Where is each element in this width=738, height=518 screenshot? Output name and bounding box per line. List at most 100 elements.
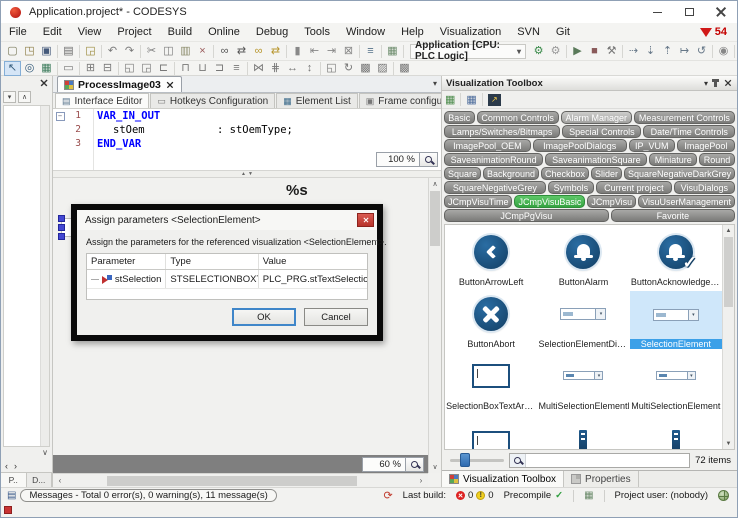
messages-summary[interactable]: Messages - Total 0 error(s), 0 warning(s…	[20, 489, 276, 502]
make-horizontal-icon[interactable]: ⊐	[211, 61, 228, 76]
parameter-row[interactable]: stSelectionSTSELECTIONBOXTYPEPLC_PRG.stT…	[87, 270, 367, 289]
save-icon[interactable]: ▣	[38, 44, 55, 59]
distribute-v-icon[interactable]: ⋕	[267, 61, 284, 76]
button-alarm-icon[interactable]: ButtonAlarm	[537, 227, 629, 289]
bookmark-icon[interactable]: ▮	[289, 44, 306, 59]
selection-element-icon[interactable]: ▾SelectionElement	[630, 289, 722, 351]
selection-box-icon[interactable]	[445, 413, 537, 450]
login-icon[interactable]: ⚙	[530, 44, 547, 59]
category-saveanimationround[interactable]: SaveanimationRound	[444, 153, 543, 166]
scroll-up-icon[interactable]: ▲	[723, 225, 734, 236]
visualization-settings-icon[interactable]: ▦	[38, 61, 55, 76]
type-cell[interactable]: STSELECTIONBOXTYPE	[165, 270, 257, 288]
element-repository-icon[interactable]: ↗	[488, 94, 501, 106]
notification-count[interactable]: 54	[715, 26, 727, 38]
align-bottom-icon[interactable]: ⊔	[194, 61, 211, 76]
replace-objects-icon[interactable]: ⇄	[267, 44, 284, 59]
menu-item-project[interactable]: Project	[109, 23, 159, 41]
select-all-icon[interactable]: ▩	[357, 61, 374, 76]
category-jcmpvisutime[interactable]: JCmpVisuTime	[444, 195, 512, 208]
bring-to-front-icon[interactable]: ◱	[121, 61, 138, 76]
button-arrow-left-icon[interactable]: ButtonArrowLeft	[445, 227, 537, 289]
active-application-selector[interactable]: Application [CPU: PLC Logic] ▾	[410, 44, 526, 59]
category-date-time-controls[interactable]: Date/Time Controls	[643, 125, 735, 138]
zoom-mode-icon[interactable]: ◎	[21, 61, 38, 76]
subtab-element-list[interactable]: ▦Element List	[276, 93, 358, 108]
delete-icon[interactable]: ×	[194, 44, 211, 59]
menu-item-view[interactable]: View	[70, 23, 110, 41]
canvas-zoom-button[interactable]	[406, 457, 424, 472]
subtab-interface-editor[interactable]: ▤Interface Editor	[55, 93, 149, 108]
code-line[interactable]: −1VAR_IN_OUT	[53, 109, 441, 123]
close-panel-icon[interactable]	[725, 80, 732, 87]
code-line[interactable]: 2stOem: stOemType;	[53, 123, 441, 137]
dialog-close-button[interactable]	[357, 213, 374, 227]
value-cell[interactable]: PLC_PRG.stTextSelection	[258, 270, 367, 288]
start-icon[interactable]: ▶	[569, 44, 586, 59]
prev-bookmark-icon[interactable]: ⇤	[306, 44, 323, 59]
menu-item-tools[interactable]: Tools	[296, 23, 338, 41]
category-lamps-switches-bitmaps[interactable]: Lamps/Switches/Bitmaps	[444, 125, 560, 138]
import-visualization-icon[interactable]: ▦	[466, 93, 476, 106]
menu-item-debug[interactable]: Debug	[248, 23, 296, 41]
code-line[interactable]: 3END_VAR	[53, 137, 441, 151]
selection-element-direct-icon[interactable]: ▾SelectionElementDirect	[537, 289, 629, 351]
rotate-icon[interactable]: ↻	[340, 61, 357, 76]
step-over-icon[interactable]: ⇢	[625, 44, 642, 59]
category-measurement-controls[interactable]: Measurement Controls	[634, 111, 735, 124]
close-tab-icon[interactable]	[167, 81, 174, 88]
icon-size-slider[interactable]	[450, 459, 504, 462]
ungroup-icon[interactable]: ⊟	[99, 61, 116, 76]
paste-icon[interactable]: ▥	[177, 44, 194, 59]
group-icon[interactable]: ⊞	[82, 61, 99, 76]
minimize-button[interactable]	[641, 1, 673, 23]
arrange-icon[interactable]: ≡	[228, 61, 245, 76]
subtab-hotkeys-configuration[interactable]: ▭Hotkeys Configuration	[150, 93, 275, 108]
category-miniature[interactable]: Miniature	[649, 153, 697, 166]
category-visuusermanagement[interactable]: VisuUserManagement	[638, 195, 735, 208]
menu-item-edit[interactable]: Edit	[35, 23, 70, 41]
new-file-icon[interactable]: ▢	[4, 44, 21, 59]
slider-handle[interactable]	[460, 453, 470, 467]
size-height-icon[interactable]: ↕	[301, 61, 318, 76]
toggle-breakpoint-icon[interactable]: ◉	[715, 44, 732, 59]
selection-box-text-array-icon[interactable]: SelectionBoxTextArray	[445, 351, 537, 413]
step-into-icon[interactable]: ⇣	[642, 44, 659, 59]
clear-bookmarks-icon[interactable]: ⊠	[340, 44, 357, 59]
menu-item-git[interactable]: Git	[548, 23, 578, 41]
scrollbar-thumb[interactable]	[724, 237, 733, 307]
panel-collapse-button[interactable]: ∧	[18, 91, 31, 103]
interface-editor-code[interactable]: −1VAR_IN_OUT2stOem: stOemType;3END_VAR 1…	[53, 109, 441, 171]
maximize-button[interactable]	[673, 1, 705, 23]
tab-processimage03[interactable]: ProcessImage03	[57, 76, 182, 92]
reset-icon[interactable]: ↺	[693, 44, 710, 59]
find-objects-icon[interactable]: ∞	[250, 44, 267, 59]
cancel-button[interactable]: Cancel	[304, 308, 368, 326]
category-alarm-manager[interactable]: Alarm Manager	[561, 111, 632, 124]
selection-handle[interactable]	[58, 224, 65, 231]
category-jcmpvisubasic[interactable]: JCmpVisuBasic	[514, 195, 585, 208]
print-icon[interactable]: ▤	[60, 44, 77, 59]
distribute-h-icon[interactable]: ⋈	[250, 61, 267, 76]
size-width-icon[interactable]: ↔	[284, 61, 301, 76]
toolbox-search-input[interactable]	[526, 454, 689, 467]
close-button[interactable]	[705, 1, 737, 23]
find-icon[interactable]: ∞	[216, 44, 233, 59]
menu-item-file[interactable]: File	[1, 23, 35, 41]
panel-menu-icon[interactable]: ▾	[704, 79, 708, 88]
scroll-down-icon[interactable]: ∨	[429, 461, 441, 473]
scale-icon[interactable]: ◱	[323, 61, 340, 76]
editor-zoom-level[interactable]: 100 %	[376, 152, 420, 167]
category-visudialogs[interactable]: VisuDialogs	[674, 181, 735, 194]
category-symbols[interactable]: Symbols	[548, 181, 594, 194]
library-manager-icon[interactable]: ≡	[362, 44, 379, 59]
close-panel-icon[interactable]	[41, 80, 48, 87]
category-common-controls[interactable]: Common Controls	[477, 111, 559, 124]
fold-toggle-icon[interactable]: −	[56, 112, 65, 121]
pin-icon[interactable]	[714, 79, 717, 87]
scroll-left-icon[interactable]: ‹	[53, 476, 67, 485]
export-visualization-icon[interactable]: ▦	[445, 93, 455, 106]
scrollbar-thumb[interactable]	[430, 191, 440, 246]
left-panel-body[interactable]	[3, 105, 50, 447]
column-header-type[interactable]: Type	[165, 254, 257, 269]
